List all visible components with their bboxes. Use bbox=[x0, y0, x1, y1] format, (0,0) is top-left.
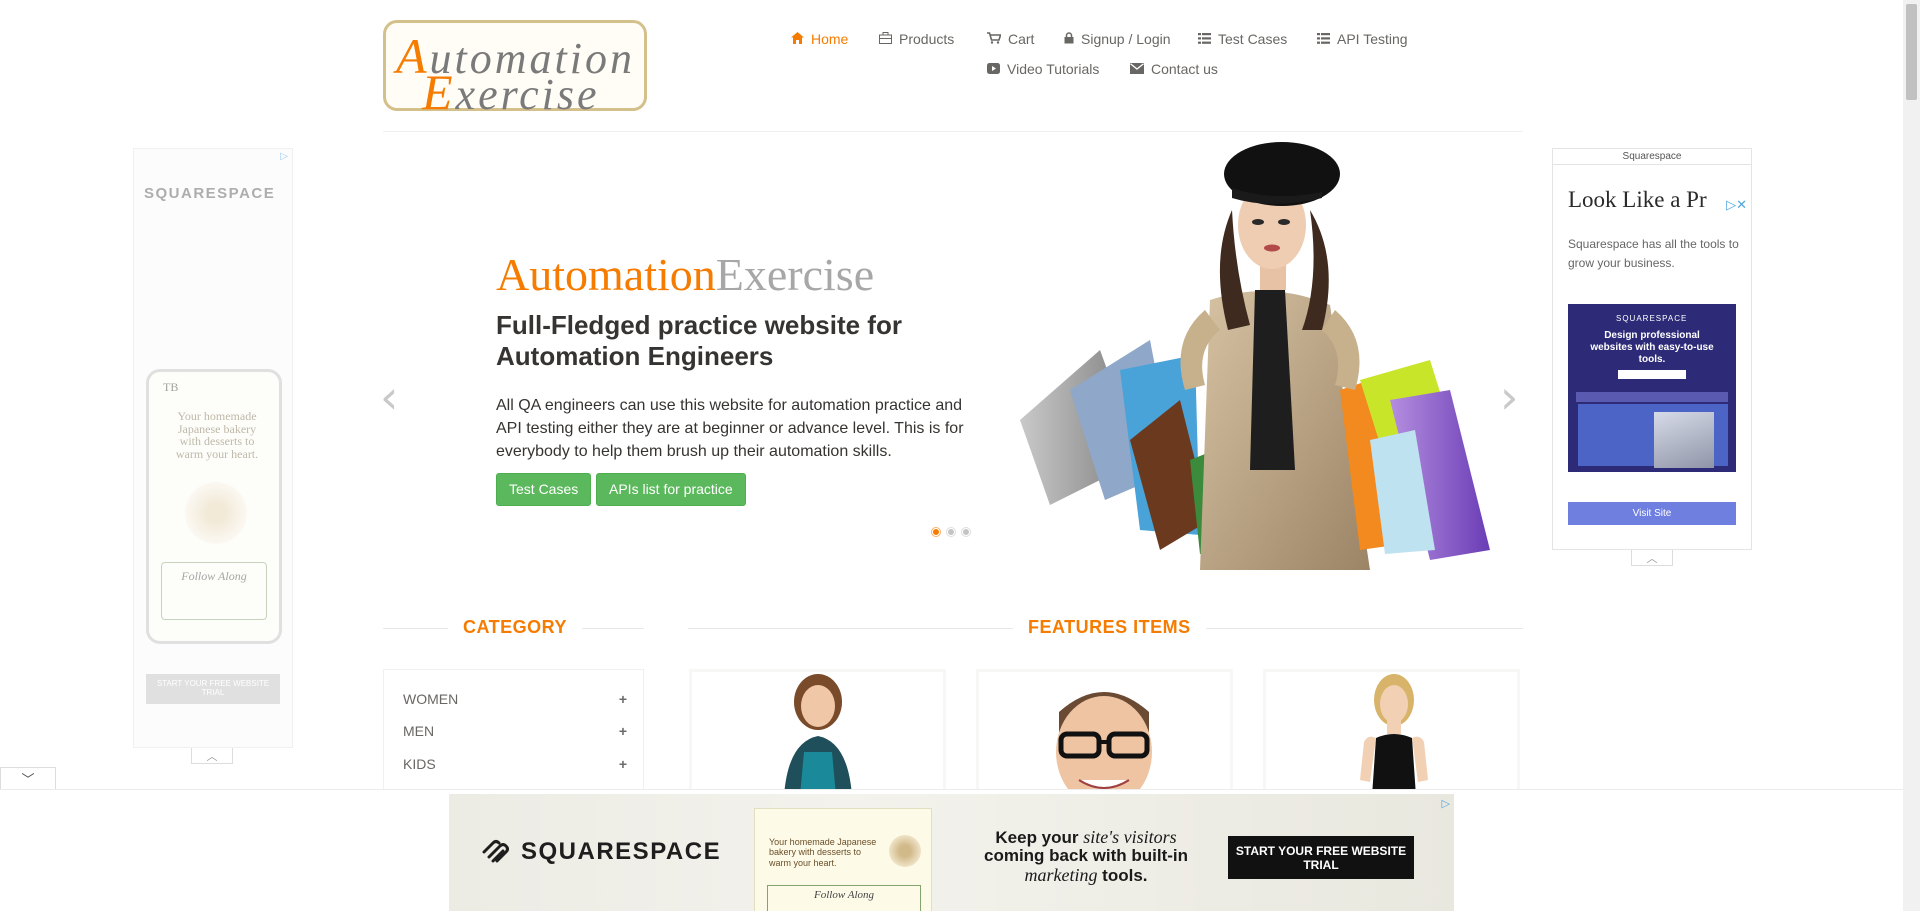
test-cases-button[interactable]: Test Cases bbox=[496, 473, 592, 506]
hero-model-image bbox=[1020, 142, 1490, 570]
nav-signup-login[interactable]: Signup / Login bbox=[1064, 31, 1171, 47]
nav-products[interactable]: Products bbox=[879, 31, 954, 47]
nav-test-cases[interactable]: Test Cases bbox=[1198, 31, 1287, 47]
visit-site-button[interactable]: Visit Site bbox=[1568, 502, 1736, 525]
bottom-ad-mockup: Your homemade Japanese bakery with desse… bbox=[754, 808, 932, 911]
list-icon bbox=[1198, 32, 1211, 46]
youtube-icon bbox=[987, 62, 1000, 76]
bottom-ad-mock-text: Your homemade Japanese bakery with desse… bbox=[769, 837, 877, 868]
plus-icon[interactable]: + bbox=[619, 723, 627, 739]
ad-left-collapse-tab[interactable]: ︿ bbox=[191, 748, 233, 764]
ad-left-follow-box: Follow Along bbox=[161, 562, 267, 620]
features-title: FEATURES ITEMS bbox=[1013, 617, 1206, 638]
slider-dot-2[interactable] bbox=[947, 528, 955, 536]
page-scrollbar[interactable] bbox=[1903, 0, 1920, 911]
bottom-banner-ad[interactable]: ▷ SQUARESPACE Your homemade Japanese bak… bbox=[449, 794, 1454, 911]
ad-left-phone-text: Your homemade Japanese bakery with desse… bbox=[175, 409, 259, 461]
slider-indicators bbox=[932, 528, 970, 536]
cart-icon bbox=[987, 32, 1002, 46]
hero-brand-title: AutomationExercise bbox=[496, 249, 875, 300]
plus-icon[interactable]: + bbox=[619, 756, 627, 772]
ad-right-shot-strip bbox=[1576, 392, 1728, 402]
ad-right-shot-title: Design professional websites with easy-t… bbox=[1590, 330, 1714, 365]
lock-icon bbox=[1064, 32, 1074, 46]
category-panel: WOMEN + MEN + KIDS + bbox=[383, 669, 644, 799]
chevron-down-icon: ﹀ bbox=[21, 772, 35, 787]
slider-dot-3[interactable] bbox=[962, 528, 970, 536]
category-item-kids[interactable]: KIDS + bbox=[403, 756, 627, 772]
product-card[interactable] bbox=[689, 669, 946, 799]
ad-left-cta-button[interactable]: START YOUR FREE WEBSITE TRIAL bbox=[146, 674, 280, 704]
ad-right-headline: Look Like a Pr bbox=[1568, 187, 1707, 212]
ad-left-phone-logo: TB bbox=[163, 380, 179, 394]
ad-left-phone-mockup: TB Your homemade Japanese bakery with de… bbox=[146, 369, 282, 644]
dessert-image bbox=[889, 835, 921, 867]
nav-cart[interactable]: Cart bbox=[987, 31, 1034, 47]
chevron-up-icon: ︿ bbox=[206, 750, 218, 763]
squarespace-logo-icon bbox=[482, 840, 509, 863]
product-card[interactable] bbox=[1263, 669, 1520, 799]
cake-image bbox=[185, 482, 247, 544]
slider-prev-arrow[interactable]: ‹ bbox=[380, 370, 398, 424]
site-logo[interactable]: Automation Exercise bbox=[383, 20, 647, 120]
product-card[interactable] bbox=[976, 669, 1233, 799]
page: Automation Exercise Home Products Cart S… bbox=[0, 0, 1920, 911]
ad-right-shot-photo bbox=[1654, 412, 1714, 468]
home-icon bbox=[791, 32, 804, 46]
ad-right-screenshot: SQUARESPACE Design professional websites… bbox=[1568, 304, 1736, 472]
nav-video-tutorials[interactable]: Video Tutorials bbox=[987, 61, 1099, 77]
nav-contact-us[interactable]: Contact us bbox=[1130, 61, 1218, 77]
hero-heading: Full-Fledged practice website for Automa… bbox=[496, 310, 902, 372]
nav-home[interactable]: Home bbox=[791, 31, 848, 47]
apis-list-button[interactable]: APIs list for practice bbox=[596, 473, 746, 506]
ad-close-icon[interactable]: ▷✕ bbox=[1726, 197, 1747, 213]
bottom-ad-cta-button[interactable]: START YOUR FREE WEBSITE TRIAL bbox=[1228, 836, 1414, 879]
ad-right-shot-brand: SQUARESPACE bbox=[1616, 314, 1688, 323]
product-image bbox=[1056, 692, 1152, 796]
ad-right-header: Squarespace bbox=[1553, 149, 1751, 165]
envelope-icon bbox=[1130, 62, 1144, 76]
list-icon bbox=[1317, 32, 1330, 46]
ad-right-shot-bar bbox=[1618, 370, 1686, 379]
category-item-men[interactable]: MEN + bbox=[403, 723, 627, 739]
briefcase-icon bbox=[879, 32, 892, 46]
ad-right-collapse-tab[interactable]: ︿ bbox=[1631, 550, 1673, 566]
plus-icon[interactable]: + bbox=[619, 691, 627, 707]
product-image bbox=[784, 674, 852, 796]
bottom-ad-brand: SQUARESPACE bbox=[481, 838, 721, 866]
adchoices-icon[interactable]: ▷ bbox=[1442, 797, 1450, 810]
bottom-ad-headline: Keep your site's visitors coming back wi… bbox=[984, 827, 1188, 885]
ad-right-description: Squarespace has all the tools to grow yo… bbox=[1568, 237, 1739, 270]
ad-right-panel[interactable]: Squarespace Look Like a Pr ▷✕ Squarespac… bbox=[1552, 148, 1752, 550]
product-image bbox=[1360, 674, 1428, 796]
adchoices-icon[interactable]: ▷ bbox=[280, 151, 288, 162]
bottom-ad-follow-box: Follow Along bbox=[767, 885, 921, 911]
category-title: CATEGORY bbox=[448, 617, 583, 638]
category-item-women[interactable]: WOMEN + bbox=[403, 691, 627, 707]
anchor-ad-toggle[interactable]: ﹀ bbox=[0, 767, 56, 789]
scrollbar-thumb[interactable] bbox=[1906, 4, 1917, 100]
slider-dot-1[interactable] bbox=[932, 528, 940, 536]
chevron-up-icon: ︿ bbox=[1646, 552, 1658, 565]
hero-description: All QA engineers can use this website fo… bbox=[496, 397, 964, 461]
logo-line-2: Exercise bbox=[422, 64, 600, 120]
ad-left-skyscraper[interactable]: ▷ SQUARESPACE TB Your homemade Japanese … bbox=[133, 148, 293, 748]
header-divider bbox=[383, 131, 1523, 132]
nav-api-testing[interactable]: API Testing bbox=[1317, 31, 1408, 47]
ad-left-brand: SQUARESPACE bbox=[144, 185, 276, 202]
